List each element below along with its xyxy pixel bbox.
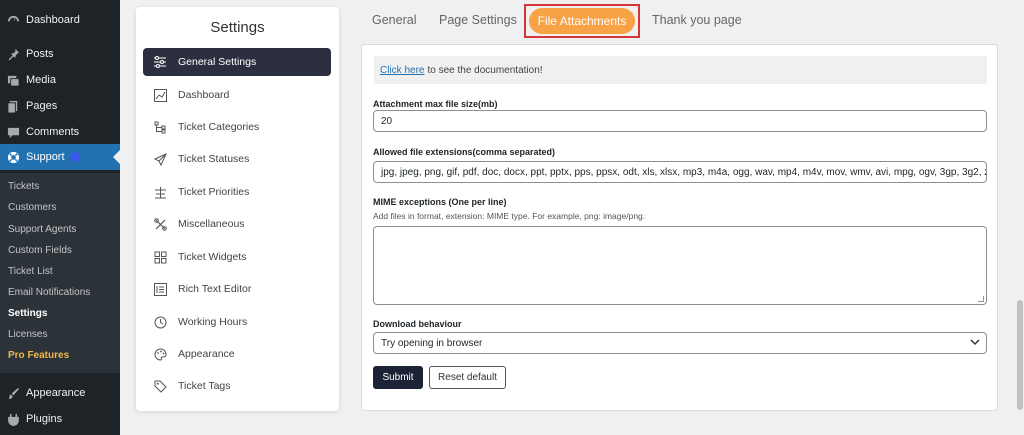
documentation-link[interactable]: Click here (380, 65, 424, 76)
documentation-text: to see the documentation! (427, 64, 543, 76)
hierarchy-icon (150, 121, 170, 134)
page-scrollbar[interactable] (1016, 0, 1024, 435)
tab-file-attachments[interactable]: File Attachments (529, 8, 635, 34)
download-behaviour-value: Try opening in browser (381, 337, 483, 349)
pin-icon (0, 48, 26, 61)
documentation-notice: Click here to see the documentation! (374, 56, 987, 84)
settings-nav-panel: Settings General Settings Dashboard Tick… (136, 7, 339, 411)
sliders-icon (150, 56, 170, 68)
submit-button[interactable]: Submit (373, 366, 423, 389)
nav-ticket-widgets[interactable]: Ticket Widgets (143, 243, 331, 271)
menu-pages[interactable]: Pages (0, 93, 120, 119)
editor-icon (150, 282, 170, 296)
send-icon (150, 152, 170, 166)
submenu-custom-fields[interactable]: Custom Fields (8, 245, 72, 256)
menu-comments[interactable]: Comments (0, 119, 120, 145)
mime-exceptions-label: MIME exceptions (One per line) (373, 197, 507, 207)
notification-dot (69, 152, 80, 162)
menu-dashboard[interactable]: Dashboard (0, 7, 120, 33)
menu-plugins[interactable]: Plugins (0, 406, 120, 432)
admin-sidebar: Dashboard Posts Media Pages Comments Sup… (0, 0, 120, 435)
tag-icon (150, 380, 170, 393)
file-attachments-panel: Click here to see the documentation! Att… (361, 44, 998, 411)
submenu-settings[interactable]: Settings (8, 308, 47, 319)
download-behaviour-select[interactable]: Try opening in browser (373, 332, 987, 354)
menu-support[interactable]: Support (0, 144, 120, 170)
nav-working-hours[interactable]: Working Hours (143, 308, 331, 336)
tab-general[interactable]: General (372, 13, 416, 27)
nav-dashboard[interactable]: Dashboard (143, 81, 331, 109)
nav-general-settings[interactable]: General Settings (143, 48, 331, 76)
comments-icon (0, 126, 26, 139)
submenu-email-notifications[interactable]: Email Notifications (8, 287, 90, 298)
media-icon (0, 74, 26, 87)
allowed-extensions-input[interactable]: jpg, jpeg, png, gif, pdf, doc, docx, ppt… (373, 161, 987, 183)
allowed-extensions-label: Allowed file extensions(comma separated) (373, 147, 556, 157)
stack-icon (150, 186, 170, 199)
submenu-tickets[interactable]: Tickets (8, 181, 39, 192)
clock-icon (150, 316, 170, 329)
nav-miscellaneous[interactable]: Miscellaneous (143, 210, 331, 238)
tab-thank-you-page[interactable]: Thank you page (652, 13, 742, 27)
submenu-customers[interactable]: Customers (8, 202, 56, 213)
mime-exceptions-help: Add files in format, extension: MIME typ… (373, 211, 646, 221)
dashboard-icon (0, 14, 26, 27)
submenu-pro-features[interactable]: Pro Features (8, 350, 69, 361)
tools-icon (150, 217, 170, 231)
brush-icon (0, 387, 26, 400)
max-file-size-label: Attachment max file size(mb) (373, 99, 498, 109)
nav-ticket-statuses[interactable]: Ticket Statuses (143, 145, 331, 173)
download-behaviour-label: Download behaviour (373, 319, 462, 329)
menu-posts[interactable]: Posts (0, 41, 120, 67)
submenu-support-agents[interactable]: Support Agents (8, 224, 76, 235)
plugin-icon (0, 413, 26, 426)
reset-default-button[interactable]: Reset default (429, 366, 506, 389)
chevron-down-icon (970, 338, 980, 349)
nav-rich-text-editor[interactable]: Rich Text Editor (143, 275, 331, 303)
submenu-licenses[interactable]: Licenses (8, 329, 47, 340)
palette-icon (150, 347, 170, 361)
mime-exceptions-textarea[interactable] (373, 226, 987, 305)
grid-icon (150, 251, 170, 264)
support-submenu: Tickets Customers Support Agents Custom … (0, 173, 120, 373)
tab-page-settings[interactable]: Page Settings (439, 13, 517, 27)
menu-media[interactable]: Media (0, 67, 120, 93)
nav-ticket-priorities[interactable]: Ticket Priorities (143, 178, 331, 206)
nav-appearance[interactable]: Appearance (143, 340, 331, 368)
settings-title: Settings (210, 19, 265, 36)
nav-ticket-categories[interactable]: Ticket Categories (143, 113, 331, 141)
submenu-ticket-list[interactable]: Ticket List (8, 266, 53, 277)
nav-ticket-tags[interactable]: Ticket Tags (143, 372, 331, 400)
menu-appearance[interactable]: Appearance (0, 380, 120, 406)
support-icon (0, 151, 26, 164)
pages-icon (0, 100, 26, 113)
scrollbar-thumb[interactable] (1017, 300, 1023, 410)
max-file-size-input[interactable]: 20 (373, 110, 987, 132)
chart-icon (150, 88, 170, 102)
resize-grip-icon[interactable] (978, 296, 984, 302)
